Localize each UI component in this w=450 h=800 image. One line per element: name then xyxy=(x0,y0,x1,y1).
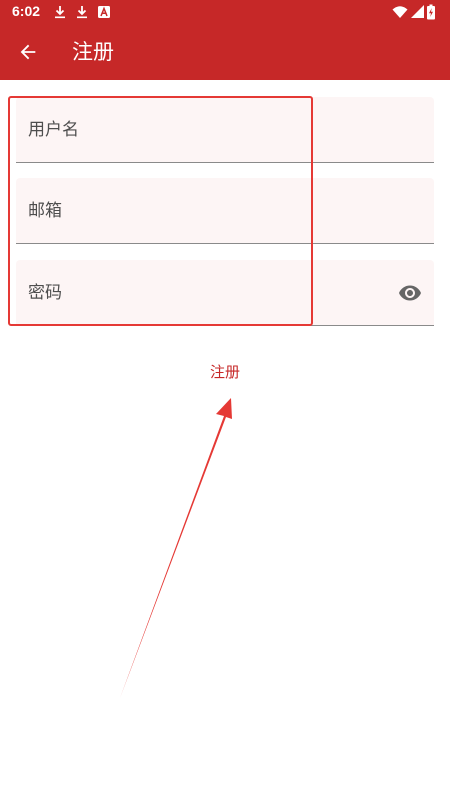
register-screen: 6:02 注册 用户名 邮箱 密码 注册 xyxy=(0,0,450,800)
password-input[interactable] xyxy=(16,260,434,325)
battery-charging-icon xyxy=(427,4,435,20)
eye-icon xyxy=(399,285,421,301)
download-icon xyxy=(77,6,87,19)
back-button[interactable] xyxy=(8,32,48,72)
wifi-icon xyxy=(392,6,408,18)
app-bar: 注册 xyxy=(0,24,450,80)
status-time: 6:02 xyxy=(12,3,41,19)
password-visibility-toggle[interactable] xyxy=(394,278,426,308)
email-field[interactable]: 邮箱 xyxy=(16,178,434,244)
email-input[interactable] xyxy=(16,178,434,243)
arrow-left-icon xyxy=(20,44,36,60)
app-notification-icon xyxy=(98,6,110,18)
register-button[interactable]: 注册 xyxy=(190,354,260,388)
download-icon xyxy=(55,6,65,19)
page-title: 注册 xyxy=(72,40,114,64)
signal-icon xyxy=(411,5,424,18)
password-field[interactable]: 密码 xyxy=(16,260,434,326)
username-input[interactable] xyxy=(16,97,434,162)
status-bar: 6:02 xyxy=(0,0,450,24)
username-field[interactable]: 用户名 xyxy=(16,97,434,163)
